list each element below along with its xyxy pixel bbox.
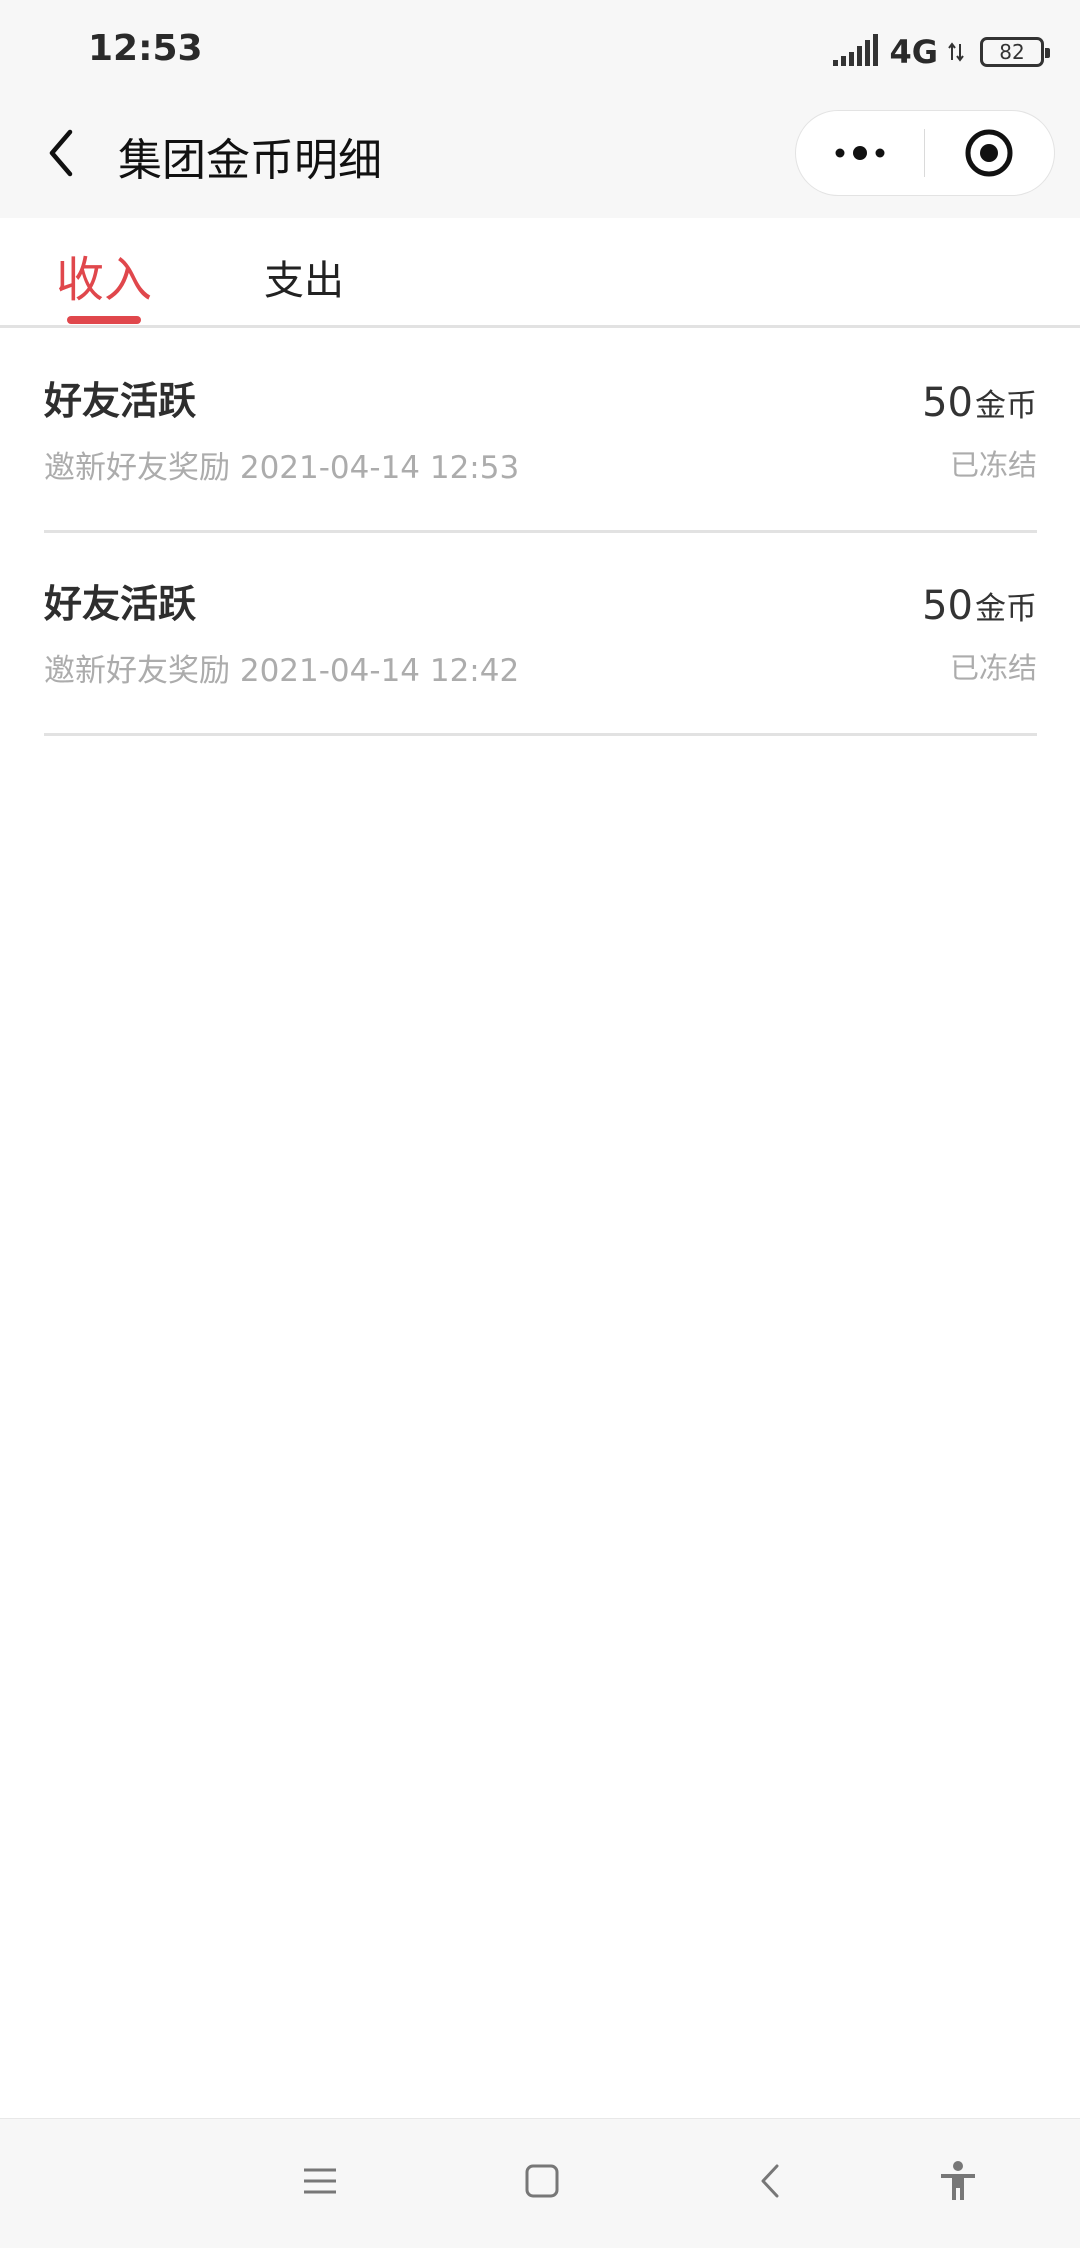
amount-unit: 金币 — [975, 388, 1037, 424]
record-description: 邀新好友奖励 2021-04-14 12:53 — [44, 450, 520, 486]
battery-icon: 82 — [980, 37, 1050, 67]
more-dots-icon — [835, 146, 885, 160]
record-title: 好友活跃 — [44, 582, 197, 626]
signal-icon — [833, 34, 879, 66]
amount-value: 50 — [922, 380, 973, 426]
record-amount: 50金币 — [922, 583, 1037, 629]
more-button[interactable] — [796, 110, 924, 196]
close-button[interactable] — [925, 110, 1055, 196]
status-time: 12:53 — [88, 28, 203, 69]
record-description: 邀新好友奖励 2021-04-14 12:42 — [44, 653, 520, 689]
accessibility-icon — [941, 2161, 975, 2200]
record-list: 好友活跃 邀新好友奖励 2021-04-14 12:53 50金币 已冻结 好友… — [44, 330, 1037, 736]
tab-income[interactable]: 收入 — [56, 240, 152, 310]
record-title: 好友活跃 — [44, 379, 197, 423]
tab-bar: 收入 支出 — [0, 218, 1080, 328]
data-activity-icon — [948, 42, 964, 62]
chevron-left-icon — [49, 129, 73, 177]
nav-bar: 集团金币明细 — [0, 100, 1080, 218]
record-amount: 50金币 — [922, 380, 1037, 426]
status-bar: 12:53 4G 82 — [0, 0, 1080, 100]
home-button[interactable] — [510, 2149, 574, 2213]
target-circle-icon — [965, 129, 1013, 177]
amount-unit: 金币 — [975, 591, 1037, 627]
square-home-icon — [525, 2164, 559, 2198]
chevron-left-icon — [761, 2164, 779, 2198]
network-type: 4G — [889, 33, 938, 71]
record-status: 已冻结 — [949, 448, 1037, 482]
active-tab-indicator — [67, 316, 141, 324]
status-indicators: 4G 82 — [833, 30, 1050, 74]
system-nav-bar — [0, 2118, 1080, 2248]
amount-value: 50 — [922, 583, 973, 629]
system-back-button[interactable] — [738, 2149, 802, 2213]
menu-button[interactable] — [288, 2149, 352, 2213]
record-status: 已冻结 — [949, 651, 1037, 685]
page-title: 集团金币明细 — [118, 135, 382, 186]
battery-level: 82 — [999, 40, 1025, 64]
accessibility-button[interactable] — [926, 2149, 990, 2213]
menu-lines-icon — [304, 2168, 336, 2194]
tab-expense[interactable]: 支出 — [264, 248, 344, 306]
list-item[interactable]: 好友活跃 邀新好友奖励 2021-04-14 12:42 50金币 已冻结 — [44, 533, 1037, 736]
back-button[interactable] — [34, 126, 88, 180]
mini-program-capsule — [795, 110, 1055, 196]
list-item[interactable]: 好友活跃 邀新好友奖励 2021-04-14 12:53 50金币 已冻结 — [44, 330, 1037, 533]
